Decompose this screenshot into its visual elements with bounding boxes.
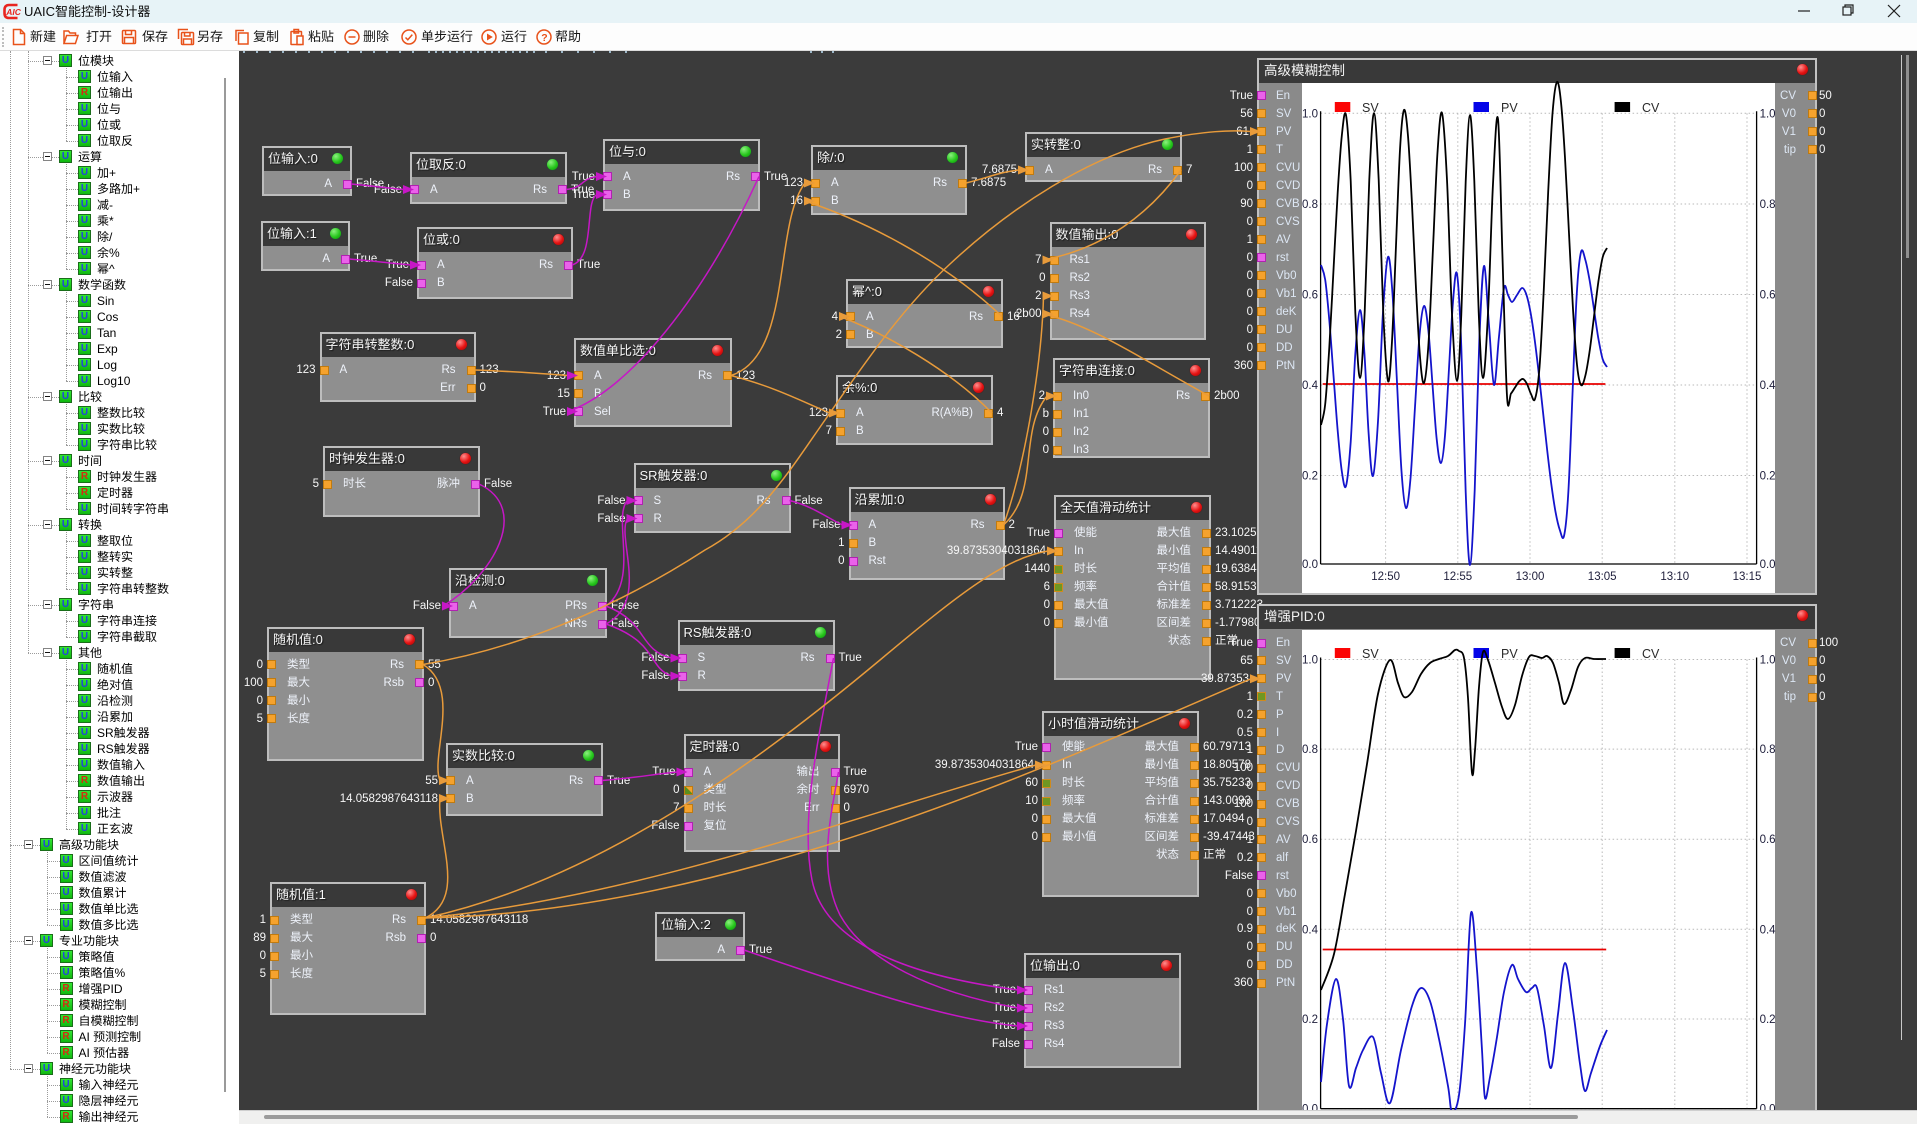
svg-text:?: ? xyxy=(541,32,547,44)
svg-text:AIC: AIC xyxy=(5,7,22,17)
